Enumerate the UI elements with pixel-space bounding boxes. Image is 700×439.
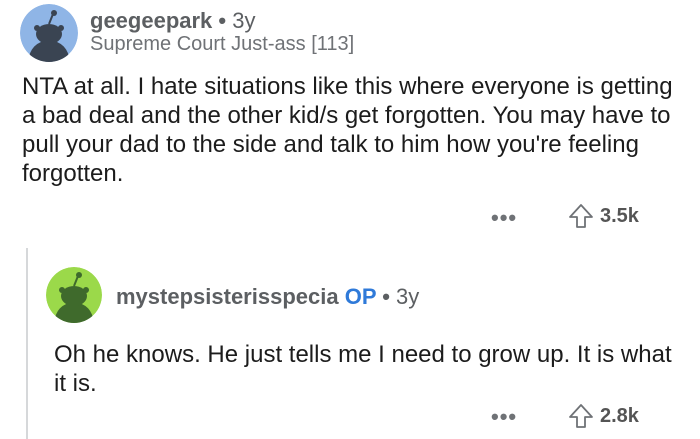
comment-age: 3y [232, 8, 256, 33]
comment-author: geegeepark • 3y [90, 8, 256, 34]
comment-body: Oh he knows. He just tells me I need to … [54, 341, 672, 397]
upvote-arrow-icon[interactable] [568, 403, 594, 429]
user-flair: Supreme Court Just-ass [113] [90, 33, 355, 55]
upvote-control: 2.8k [568, 403, 639, 429]
more-options-icon[interactable]: ••• [491, 404, 517, 430]
avatar[interactable] [20, 4, 78, 62]
comment-age: 3y [396, 284, 420, 309]
separator-dot: • [382, 284, 390, 309]
snoo-avatar-icon [20, 4, 78, 62]
op-badge: OP [344, 284, 377, 309]
separator-dot: • [218, 8, 227, 33]
comment-thread: geegeepark • 3y Supreme Court Just-ass [… [0, 0, 700, 439]
avatar[interactable] [46, 267, 102, 323]
comment-author: mystepsisterisspecia OP • 3y [116, 284, 419, 310]
upvote-arrow-icon[interactable] [568, 203, 594, 229]
upvote-count: 3.5k [600, 204, 639, 227]
thread-line[interactable] [26, 248, 28, 439]
more-options-icon[interactable]: ••• [491, 205, 517, 231]
upvote-count: 2.8k [600, 404, 639, 427]
snoo-avatar-icon [46, 267, 102, 323]
upvote-control: 3.5k [568, 203, 639, 229]
comment-body: NTA at all. I hate situations like this … [22, 73, 673, 187]
username-link[interactable]: geegeepark [90, 8, 212, 33]
username-link[interactable]: mystepsisterisspecia [116, 284, 339, 309]
